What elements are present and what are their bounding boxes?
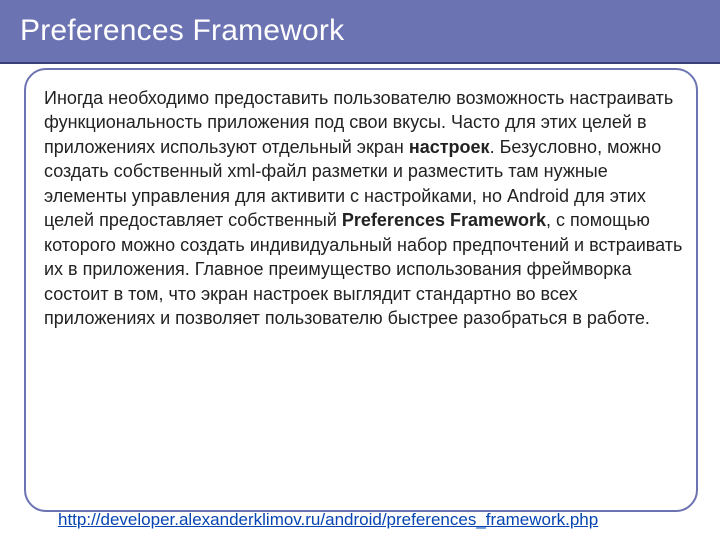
reference-link[interactable]: http://developer.alexanderklimov.ru/andr… xyxy=(58,510,598,530)
slide-title: Preferences Framework xyxy=(0,0,720,64)
body-bold-framework: Preferences Framework xyxy=(342,210,546,230)
slide-container: Preferences Framework Иногда необходимо … xyxy=(0,0,720,540)
body-text: Иногда необходимо предоставить пользоват… xyxy=(44,86,684,331)
body-bold-settings: настроек xyxy=(409,137,490,157)
